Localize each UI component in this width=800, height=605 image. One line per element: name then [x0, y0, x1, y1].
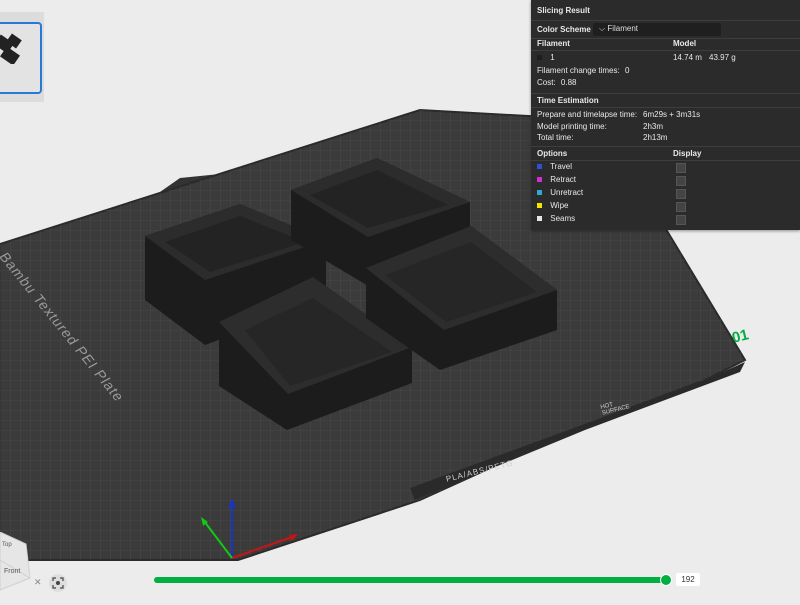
close-icon[interactable]: ✕ [34, 577, 42, 588]
filament-header: Filament [537, 39, 570, 48]
change-times-label: Filament change times: [537, 66, 620, 75]
view-cube[interactable]: Top Front [0, 531, 40, 605]
wipe-display-checkbox[interactable] [676, 202, 686, 212]
filament-weight: 43.97 g [709, 53, 736, 62]
divider [531, 20, 800, 21]
unretract-display-checkbox[interactable] [676, 189, 686, 199]
filament-index: 1 [550, 53, 555, 62]
view-cube-top: Top [2, 542, 12, 548]
layer-slider-track[interactable] [154, 577, 666, 583]
option-seams: Seams [537, 213, 575, 225]
color-scheme-value: Filament [607, 24, 638, 33]
change-times-row: Filament change times: 0 [537, 65, 629, 77]
travel-swatch [537, 164, 542, 170]
option-wipe-label: Wipe [550, 201, 569, 210]
option-seams-label: Seams [550, 214, 576, 223]
seams-display-checkbox[interactable] [676, 215, 686, 225]
option-unretract-label: Unretract [550, 188, 584, 197]
layer-slider-thumb[interactable] [660, 574, 672, 586]
options-header: Options [537, 149, 568, 158]
slicing-result-panel: Slicing Result Color Scheme ⌵ Filament F… [531, 0, 800, 230]
divider [531, 107, 800, 108]
divider [531, 50, 800, 51]
seams-swatch [537, 216, 542, 222]
wipe-swatch [537, 203, 542, 209]
plate-thumbnail[interactable] [0, 22, 42, 94]
color-scheme-label: Color Scheme [537, 25, 591, 34]
retract-display-checkbox[interactable] [676, 176, 686, 186]
color-scheme-select[interactable]: ⌵ Filament [593, 23, 721, 36]
option-travel-label: Travel [550, 162, 573, 171]
option-wipe: Wipe [537, 200, 568, 212]
unretract-swatch [537, 190, 542, 196]
option-unretract: Unretract [537, 187, 583, 199]
divider [531, 38, 800, 39]
change-times-value: 0 [624, 66, 630, 75]
view-cube-front: Front [4, 568, 21, 575]
panel-title: Slicing Result [537, 6, 590, 15]
prepare-time-label: Prepare and timelapse time: [537, 110, 638, 119]
total-time-label: Total time: [537, 133, 574, 142]
divider [531, 146, 800, 147]
travel-display-checkbox[interactable] [676, 163, 686, 173]
cost-value: 0.88 [560, 78, 577, 87]
cost-label: Cost: [537, 78, 556, 87]
divider [531, 93, 800, 94]
layer-slider-value: 192 [676, 573, 700, 586]
filament-length: 14.74 m [673, 53, 702, 62]
chevron-down-icon: ⌵ [599, 24, 606, 33]
display-header: Display [673, 149, 702, 158]
time-estimation-header: Time Estimation [537, 96, 599, 105]
fit-view-button[interactable] [49, 574, 67, 592]
fit-view-icon [52, 577, 64, 589]
option-travel: Travel [537, 161, 572, 173]
filament-row: 1 [537, 52, 555, 64]
total-time-value: 2h13m [643, 133, 668, 142]
retract-swatch [537, 177, 542, 183]
option-retract-label: Retract [550, 175, 577, 184]
filament-color-swatch [537, 55, 542, 61]
model-header: Model [673, 39, 697, 48]
option-retract: Retract [537, 174, 576, 186]
plate-thumbnail-image [0, 33, 22, 66]
cost-row: Cost: 0.88 [537, 77, 576, 89]
prepare-time-value: 6m29s + 3m31s [643, 110, 701, 119]
